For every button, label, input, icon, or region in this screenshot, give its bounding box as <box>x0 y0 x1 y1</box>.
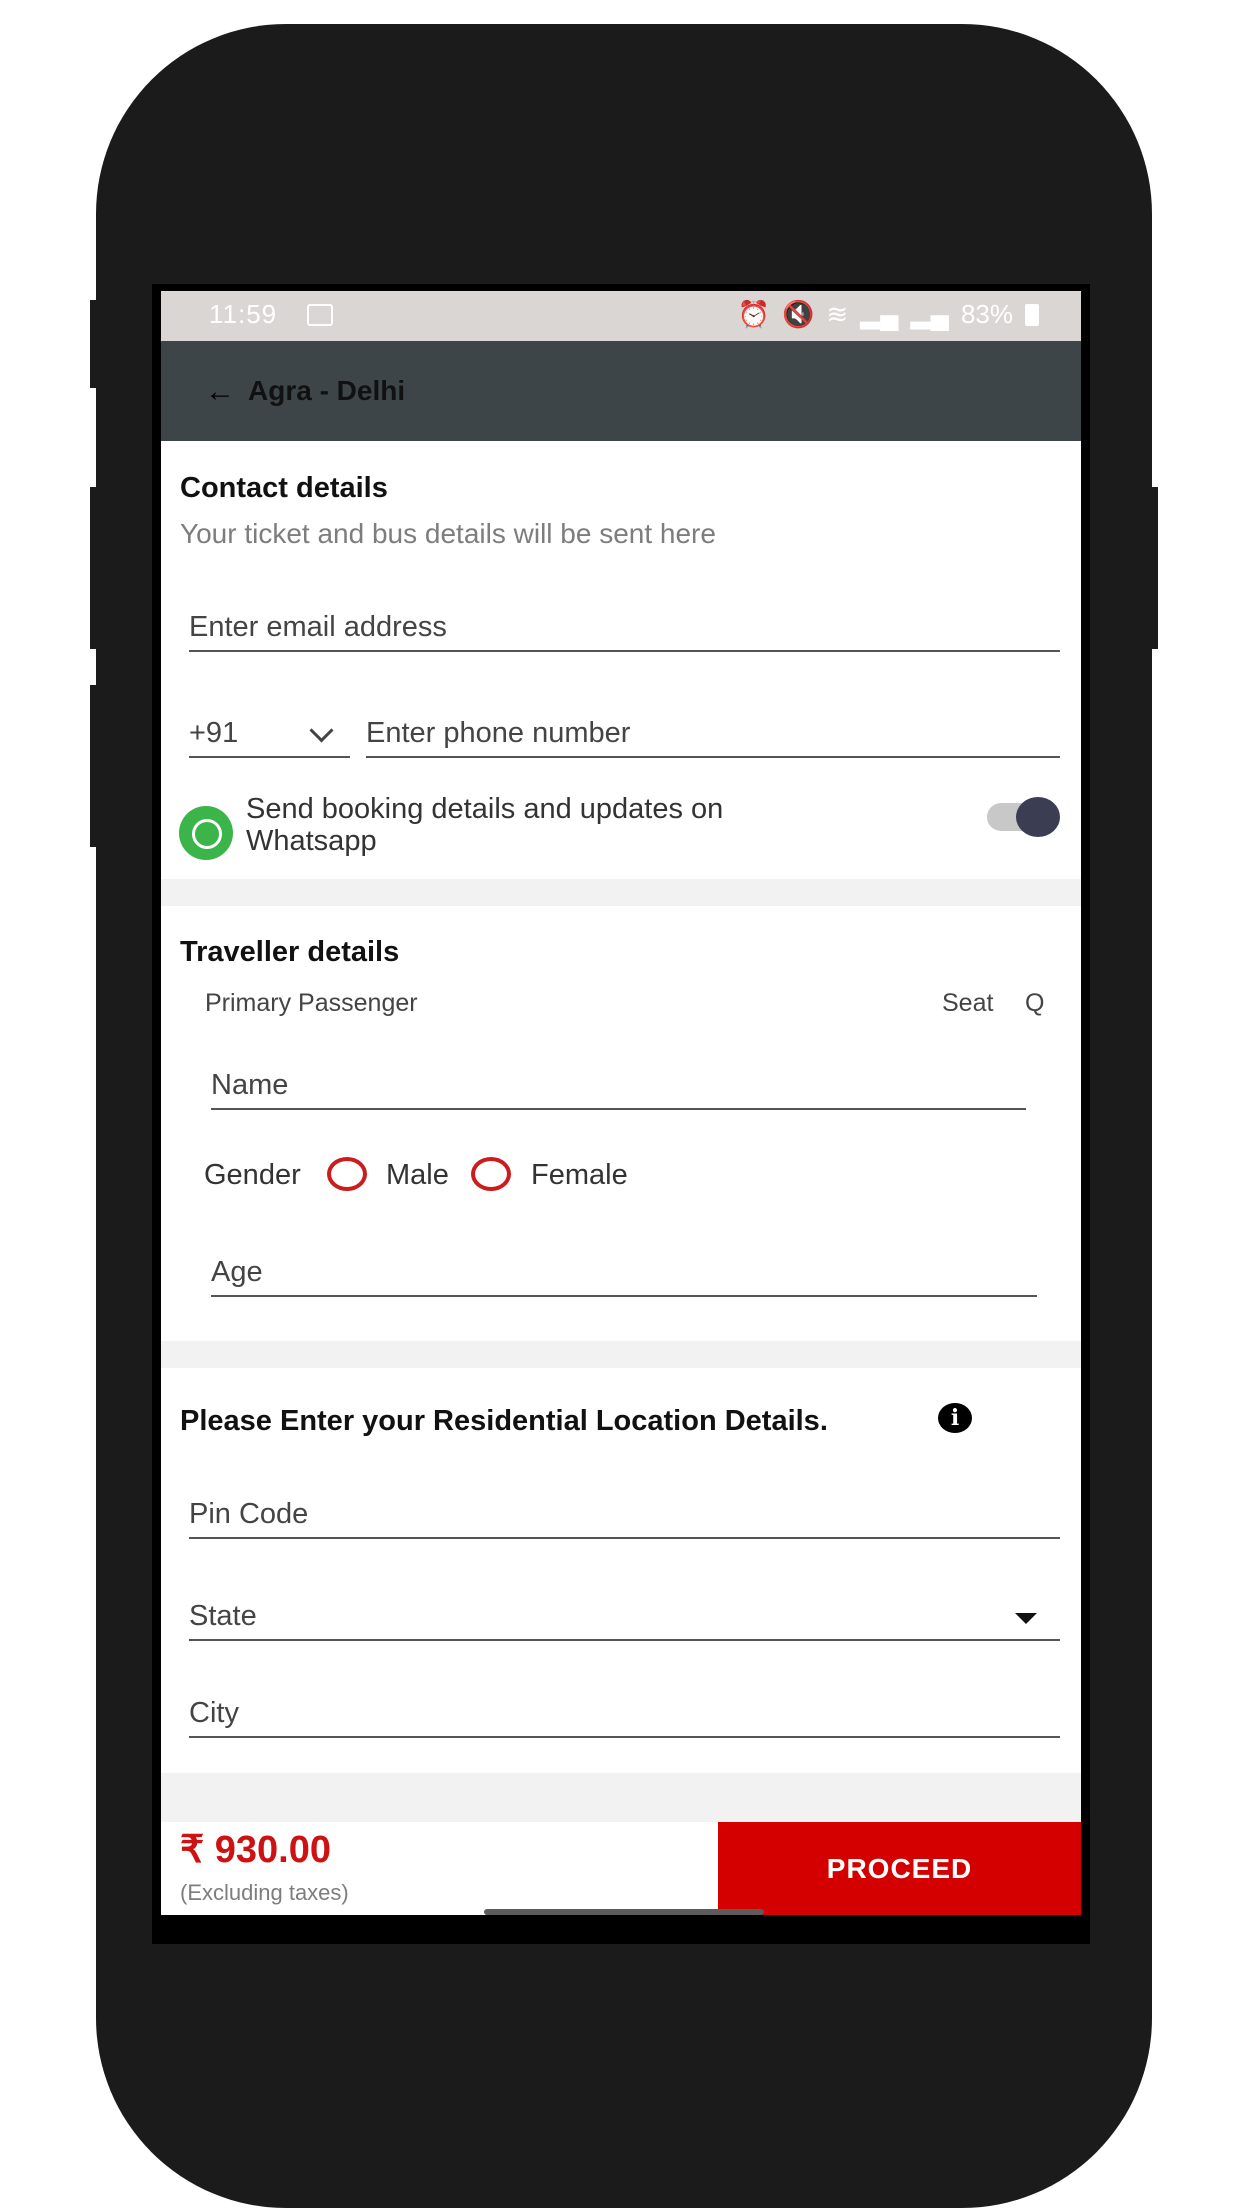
contact-heading: Contact details <box>180 472 388 504</box>
alarm-icon: ⏰ <box>737 299 770 329</box>
city-placeholder: City <box>189 1697 239 1729</box>
total-price: ₹ 930.00 <box>180 1829 331 1871</box>
section-divider <box>161 879 1081 906</box>
image-icon <box>307 304 333 326</box>
section-divider <box>161 1341 1081 1368</box>
whatsapp-icon <box>179 806 233 860</box>
residential-heading: Please Enter your Residential Location D… <box>180 1405 828 1437</box>
phone-side-button <box>90 685 100 847</box>
whatsapp-label: Send booking details and updates on What… <box>246 793 724 857</box>
phone-placeholder: Enter phone number <box>366 717 631 749</box>
traveller-heading: Traveller details <box>180 936 400 968</box>
phone-field[interactable]: Enter phone number <box>366 696 1060 758</box>
state-placeholder: State <box>189 1600 257 1632</box>
app-screen: 11:59 ⏰ 🔇 ≋ ▂▄ ▂▄ 83% ← Agra - Delhi Con… <box>161 291 1081 1915</box>
arrow-left-icon[interactable]: ← <box>205 375 235 409</box>
pin-code-field[interactable]: Pin Code <box>189 1478 1060 1539</box>
dropdown-caret-icon <box>1015 1613 1037 1624</box>
mute-icon: 🔇 <box>781 299 815 329</box>
female-label[interactable]: Female <box>531 1159 628 1192</box>
name-placeholder: Name <box>211 1069 289 1101</box>
city-field[interactable]: City <box>189 1678 1060 1738</box>
state-select[interactable]: State <box>189 1578 1060 1641</box>
passenger-label: Primary Passenger <box>205 989 418 1017</box>
info-icon[interactable]: i <box>938 1403 972 1433</box>
radio-male[interactable] <box>327 1157 367 1191</box>
price-note: (Excluding taxes) <box>180 1880 349 1905</box>
seat-label: Seat <box>942 989 994 1017</box>
home-indicator[interactable] <box>484 1909 764 1915</box>
status-time: 11:59 <box>209 299 278 329</box>
phone-side-button <box>90 487 100 649</box>
email-field[interactable]: Enter email address <box>189 591 1060 652</box>
name-field[interactable]: Name <box>211 1049 1026 1110</box>
status-icons: ⏰ 🔇 ≋ ▂▄ ▂▄ 83% <box>738 299 1039 330</box>
male-label[interactable]: Male <box>386 1159 449 1192</box>
whatsapp-toggle-thumb[interactable] <box>1016 797 1060 837</box>
phone-power-button <box>1148 487 1158 649</box>
page-title: Agra - Delhi <box>248 375 406 406</box>
email-placeholder: Enter email address <box>189 611 447 643</box>
app-bar: ← Agra - Delhi <box>161 341 1081 441</box>
signal-icon: ▂▄ <box>860 299 899 329</box>
signal-icon: ▂▄ <box>910 299 949 329</box>
pin-code-placeholder: Pin Code <box>189 1498 309 1530</box>
age-field[interactable]: Age <box>211 1236 1037 1297</box>
contact-subheading: Your ticket and bus details will be sent… <box>180 518 716 549</box>
age-placeholder: Age <box>211 1256 263 1288</box>
status-bar: 11:59 ⏰ 🔇 ≋ ▂▄ ▂▄ 83% <box>161 291 1081 341</box>
proceed-button[interactable]: PROCEED <box>718 1822 1081 1915</box>
wifi-icon: ≋ <box>826 299 849 329</box>
radio-female[interactable] <box>471 1157 511 1191</box>
seat-value: Q <box>1025 989 1045 1017</box>
battery-icon <box>1025 303 1039 326</box>
battery-percent: 83% <box>960 299 1013 329</box>
gender-label: Gender <box>204 1159 301 1191</box>
phone-side-button <box>90 300 100 388</box>
section-divider <box>161 1773 1081 1822</box>
country-code-value: +91 <box>189 717 239 749</box>
